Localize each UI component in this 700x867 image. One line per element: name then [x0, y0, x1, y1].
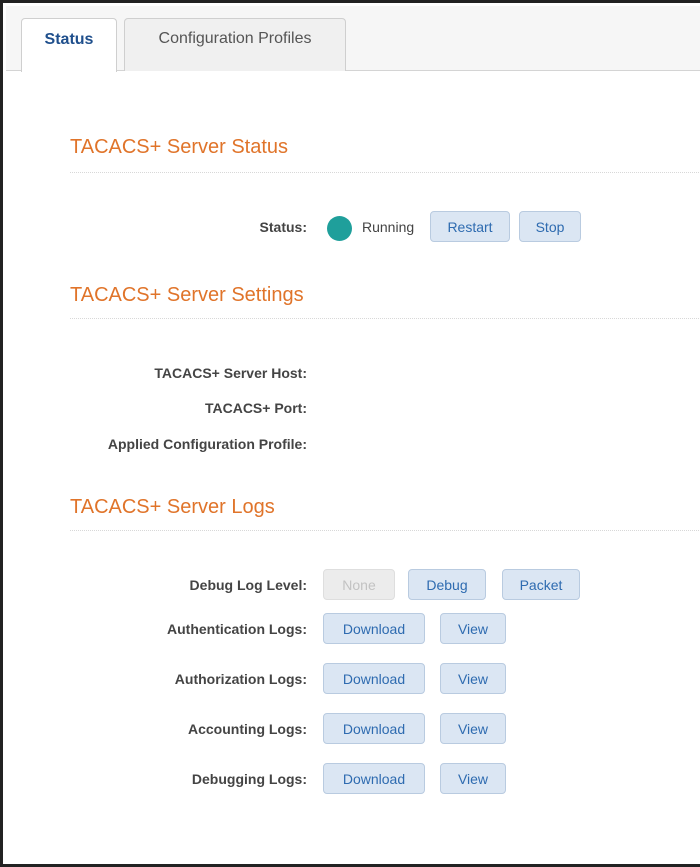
tab-status[interactable]: Status [21, 18, 117, 72]
debugging-download-button[interactable]: Download [323, 763, 425, 794]
stop-button[interactable]: Stop [519, 211, 581, 242]
status-indicator-icon [327, 216, 352, 241]
server-logs-heading: TACACS+ Server Logs [70, 496, 275, 518]
server-status-heading: TACACS+ Server Status [70, 136, 289, 158]
accounting-download-button[interactable]: Download [323, 713, 425, 744]
section-divider [70, 172, 700, 173]
port-label: TACACS+ Port: [204, 400, 307, 416]
debug-level-debug-button[interactable]: Debug [408, 569, 486, 600]
tab-bar: Status Configuration Profiles [6, 6, 700, 72]
debug-level-none-button[interactable]: None [323, 569, 395, 600]
authorization-download-button[interactable]: Download [323, 663, 425, 694]
debugging-logs-label: Debugging Logs: [191, 771, 307, 787]
accounting-logs-label: Accounting Logs: [188, 721, 307, 737]
section-divider [70, 318, 700, 319]
section-divider [70, 530, 700, 531]
host-label: TACACS+ Server Host: [154, 365, 307, 381]
debug-level-packet-button[interactable]: Packet [502, 569, 580, 600]
server-settings-heading: TACACS+ Server Settings [70, 284, 304, 306]
status-value: Running [362, 219, 415, 235]
debugging-view-button[interactable]: View [440, 763, 506, 794]
authentication-download-button[interactable]: Download [323, 613, 425, 644]
status-label: Status: [259, 219, 307, 235]
accounting-view-button[interactable]: View [440, 713, 506, 744]
main-panel: Status Configuration Profiles TACACS+ Se… [0, 0, 700, 867]
authentication-logs-label: Authentication Logs: [167, 621, 307, 637]
tab-configuration-profiles[interactable]: Configuration Profiles [124, 18, 346, 71]
profile-label: Applied Configuration Profile: [107, 436, 307, 452]
authentication-view-button[interactable]: View [440, 613, 506, 644]
authorization-view-button[interactable]: View [440, 663, 506, 694]
debug-log-level-label: Debug Log Level: [189, 577, 307, 593]
restart-button[interactable]: Restart [430, 211, 510, 242]
authorization-logs-label: Authorization Logs: [174, 671, 307, 687]
